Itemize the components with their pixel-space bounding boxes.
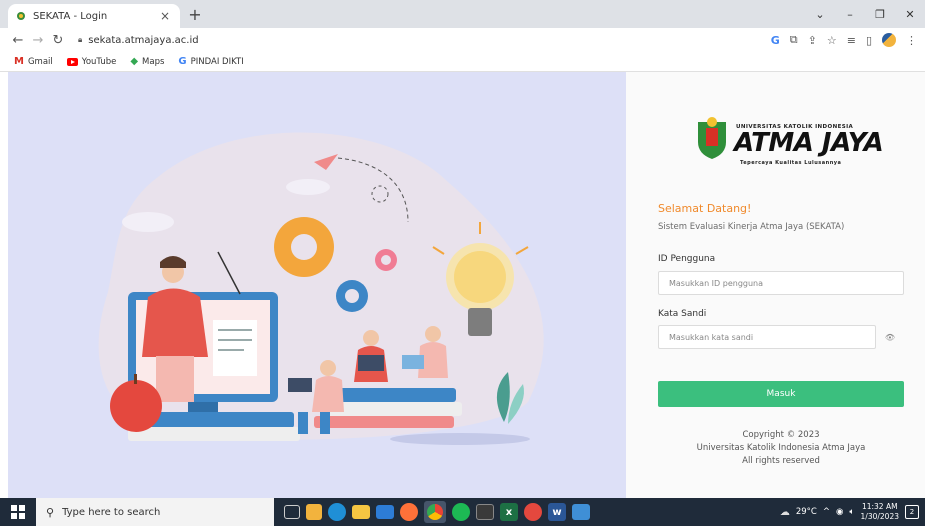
user-id-label: ID Pengguna: [658, 254, 716, 264]
copyright-line: All rights reserved: [742, 456, 820, 466]
spotify-icon[interactable]: [452, 503, 470, 521]
windows-taskbar: ⚲ Type here to search x w ☁ 29°C ^ ◉ 🔈︎ …: [0, 498, 925, 526]
address-bar: ← → ↻ 🔒︎ sekata.atmajaya.ac.id G ⧉ ⇪ ☆ ≡…: [0, 28, 925, 52]
cloud-icon[interactable]: ☁: [780, 507, 790, 518]
tab-search-icon[interactable]: ⌄: [805, 8, 835, 21]
share-icon[interactable]: ⇪: [808, 34, 817, 47]
university-crest-icon: [698, 117, 726, 159]
firefox-icon[interactable]: [400, 503, 418, 521]
system-subtitle: Sistem Evaluasi Kinerja Atma Jaya (SEKAT…: [658, 222, 845, 232]
translate-icon[interactable]: ⧉: [790, 33, 798, 47]
forward-icon[interactable]: →: [28, 33, 48, 48]
login-panel: UNIVERSITAS KATOLIK INDONESIA ATMA JAYA …: [626, 72, 925, 498]
edge-icon[interactable]: [328, 503, 346, 521]
menu-icon[interactable]: ⋮: [906, 34, 917, 47]
logo-tagline: Tepercaya Kualitas Lulusannya: [740, 160, 842, 166]
window-controls: ⌄ – ❐ ✕: [805, 0, 925, 28]
url-text: sekata.atmajaya.ac.id: [88, 34, 199, 46]
network-icon[interactable]: ◉: [836, 507, 843, 517]
bookmarks-bar: M Gmail YouTube ◆ Maps G PINDAI DIKTI: [0, 52, 925, 72]
maps-icon: ◆: [130, 56, 139, 67]
restore-icon[interactable]: ❐: [865, 8, 895, 21]
tab-close-icon[interactable]: ×: [158, 9, 172, 23]
pindai-icon: G: [178, 56, 187, 67]
university-logo: UNIVERSITAS KATOLIK INDONESIA ATMA JAYA …: [694, 108, 884, 168]
bookmark-maps[interactable]: ◆ Maps: [130, 56, 164, 67]
illustration-panel: [8, 72, 626, 498]
copyright-line: Universitas Katolik Indonesia Atma Jaya: [696, 443, 866, 453]
site-favicon-icon: [17, 12, 25, 20]
browser-tab[interactable]: SEKATA - Login ×: [8, 4, 180, 28]
chevron-up-icon[interactable]: ^: [823, 507, 830, 517]
app-icon[interactable]: [524, 503, 542, 521]
word-icon[interactable]: w: [548, 503, 566, 521]
bookmark-label: Maps: [142, 56, 165, 67]
system-tray: ☁ 29°C ^ ◉ 🔈︎ 11:32 AM 1/30/2023 2: [780, 502, 925, 522]
mail-icon[interactable]: [376, 505, 394, 519]
bookmark-gmail[interactable]: M Gmail: [14, 56, 53, 67]
bookmark-star-icon[interactable]: ☆: [827, 34, 837, 47]
address-bar-actions: G ⧉ ⇪ ☆ ≡ ▯ ⋮: [771, 33, 917, 47]
taskbar-search-placeholder: Type here to search: [62, 506, 161, 518]
clock[interactable]: 11:32 AM 1/30/2023: [861, 502, 899, 522]
notification-icon[interactable]: 2: [905, 505, 919, 519]
show-password-eye-icon[interactable]: 👁︎: [876, 325, 904, 349]
search-icon: ⚲: [46, 505, 55, 519]
online-learning-illustration: [98, 132, 544, 445]
bookmark-youtube[interactable]: YouTube: [66, 56, 117, 67]
youtube-icon: [66, 57, 78, 66]
password-input[interactable]: [658, 325, 876, 349]
bookmark-label: YouTube: [81, 56, 117, 67]
bookmark-label: Gmail: [27, 56, 53, 67]
logo-big-text: ATMA JAYA: [734, 128, 884, 158]
excel-icon[interactable]: x: [500, 503, 518, 521]
taskbar-search-box[interactable]: ⚲ Type here to search: [36, 498, 274, 526]
clock-time: 11:32 AM: [861, 502, 898, 511]
minimize-icon[interactable]: –: [835, 8, 865, 21]
tab-title: SEKATA - Login: [33, 10, 108, 22]
browser-tab-bar: SEKATA - Login × + ⌄ – ❐ ✕: [0, 0, 925, 28]
google-icon[interactable]: G: [771, 34, 780, 47]
gmail-icon: M: [14, 56, 24, 67]
welcome-heading: Selamat Datang!: [658, 202, 752, 215]
reload-icon[interactable]: ↻: [48, 33, 68, 48]
temperature[interactable]: 29°C: [796, 507, 817, 517]
lock-icon: 🔒︎: [78, 35, 83, 44]
windows-start-icon[interactable]: [0, 498, 36, 526]
clock-date: 1/30/2023: [860, 512, 899, 521]
copyright-line: Copyright © 2023: [742, 430, 820, 440]
pinned-apps: x w: [284, 501, 590, 523]
profile-avatar-icon[interactable]: [882, 33, 896, 47]
file-explorer-icon[interactable]: [352, 505, 370, 519]
store-icon[interactable]: [476, 504, 494, 520]
reading-list-icon[interactable]: ≡: [847, 34, 856, 47]
close-window-icon[interactable]: ✕: [895, 8, 925, 21]
side-panel-icon[interactable]: ▯: [866, 34, 872, 47]
task-view-icon[interactable]: [284, 505, 300, 519]
bookmark-pindai[interactable]: G PINDAI DIKTI: [178, 56, 243, 67]
user-id-input[interactable]: [658, 271, 904, 295]
new-tab-button[interactable]: +: [186, 5, 204, 24]
copyright-notice: Copyright © 2023 Universitas Katolik Ind…: [658, 429, 904, 468]
widgets-icon[interactable]: [306, 504, 322, 520]
password-label: Kata Sandi: [658, 309, 707, 319]
chrome-icon[interactable]: [424, 501, 446, 523]
bookmark-label: PINDAI DIKTI: [190, 56, 244, 67]
login-button[interactable]: Masuk: [658, 381, 904, 407]
url-field[interactable]: 🔒︎ sekata.atmajaya.ac.id: [78, 35, 771, 46]
volume-icon[interactable]: 🔈︎: [849, 507, 854, 517]
photos-icon[interactable]: [572, 504, 590, 520]
back-icon[interactable]: ←: [8, 33, 28, 48]
